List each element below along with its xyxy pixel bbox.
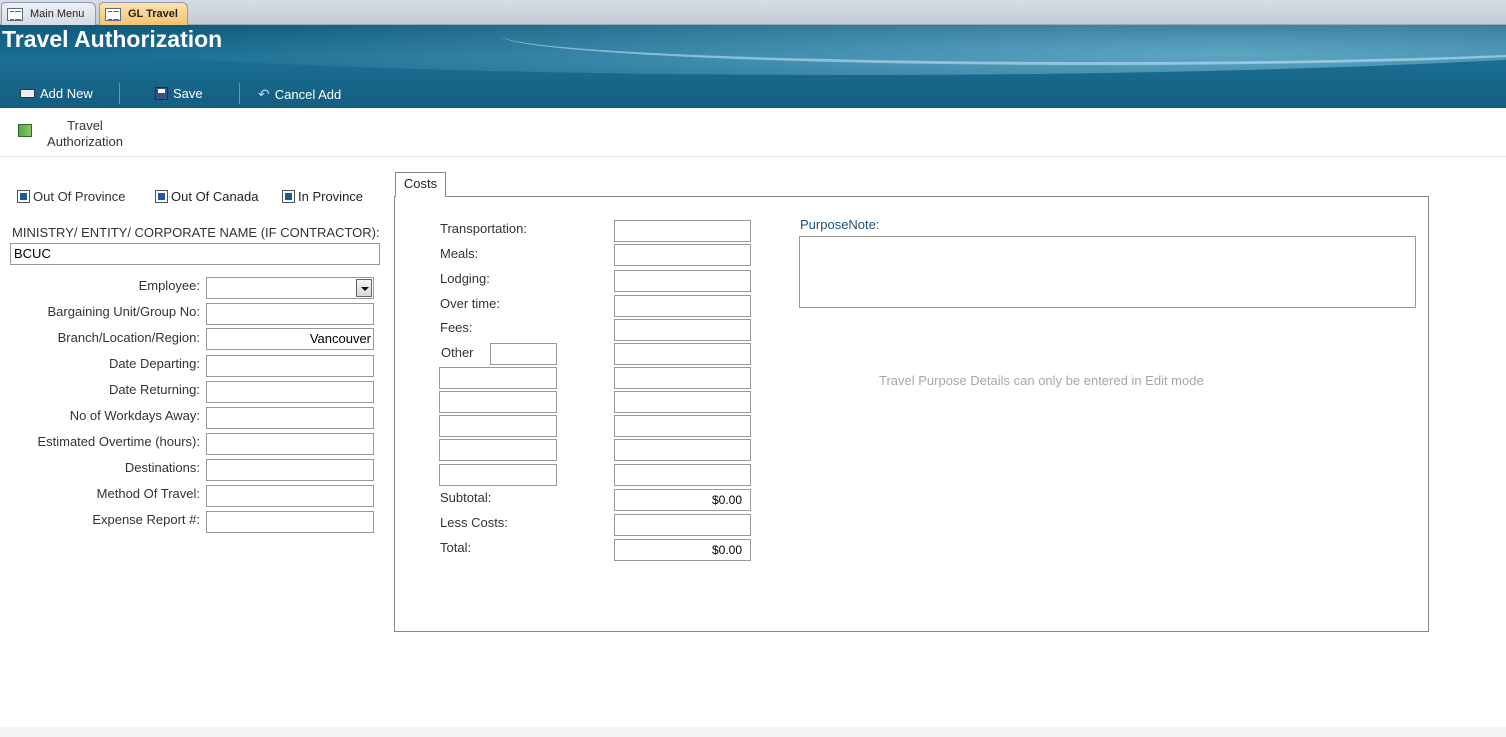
bargaining-unit-label: Bargaining Unit/Group No: — [47, 304, 200, 319]
checkbox-box[interactable] — [17, 190, 30, 203]
over-time-label: Over time: — [440, 296, 500, 311]
extra-cost-amount-field[interactable] — [614, 439, 751, 461]
purpose-note-label: PurposeNote: — [800, 217, 880, 232]
lodging-field[interactable] — [614, 270, 751, 292]
navigation-row: Travel Authorization — [0, 108, 1506, 157]
date-departing-field[interactable] — [206, 355, 374, 377]
tab-gl-travel-label: GL Travel — [128, 8, 178, 20]
branch-label: Branch/Location/Region: — [57, 330, 200, 345]
total-field[interactable]: $0.00 — [614, 539, 751, 561]
out-of-province-label: Out Of Province — [33, 189, 126, 204]
extra-cost-amount-field[interactable] — [614, 391, 751, 413]
tab-main-menu-label: Main Menu — [30, 8, 85, 20]
expense-report-label: Expense Report #: — [92, 512, 200, 527]
floppy-disk-icon — [155, 87, 168, 100]
out-of-province-checkbox[interactable]: Out Of Province — [17, 189, 125, 204]
checkbox-box[interactable] — [282, 190, 295, 203]
method-of-travel-field[interactable] — [206, 485, 374, 507]
fees-field[interactable] — [614, 319, 751, 341]
nav-travel-authorization[interactable]: Travel Authorization — [18, 118, 130, 150]
form-icon — [7, 7, 23, 21]
edit-mode-message: Travel Purpose Details can only be enter… — [879, 373, 1204, 388]
form-title: Travel Authorization — [2, 26, 223, 52]
extra-cost-amount-field[interactable] — [614, 464, 751, 486]
destinations-field[interactable] — [206, 459, 374, 481]
over-time-field[interactable] — [614, 295, 751, 317]
undo-icon: ↶ — [258, 86, 270, 102]
checkbox-box[interactable] — [155, 190, 168, 203]
other-description-field[interactable] — [490, 343, 557, 365]
extra-cost-description-field[interactable] — [439, 415, 557, 437]
ministry-field[interactable]: BCUC — [10, 243, 380, 265]
form-header: Travel Authorization Add New Save ↶ Canc… — [0, 25, 1506, 108]
save-label: Save — [173, 86, 203, 101]
out-of-canada-checkbox[interactable]: Out Of Canada — [155, 189, 258, 204]
extra-cost-amount-field[interactable] — [614, 415, 751, 437]
fees-label: Fees: — [440, 320, 473, 335]
meals-field[interactable] — [614, 244, 751, 266]
employee-label: Employee: — [138, 278, 200, 293]
document-tab-bar: Main Menu GL Travel — [0, 0, 1506, 25]
transportation-field[interactable] — [614, 220, 751, 242]
subtotal-field[interactable]: $0.00 — [614, 489, 751, 511]
date-returning-label: Date Returning: — [108, 382, 200, 397]
date-returning-field[interactable] — [206, 381, 374, 403]
extra-cost-description-field[interactable] — [439, 367, 557, 389]
tab-main-menu[interactable]: Main Menu — [1, 2, 96, 25]
less-costs-label: Less Costs: — [440, 515, 508, 530]
save-button[interactable]: Save — [155, 86, 203, 101]
out-of-canada-label: Out Of Canada — [171, 189, 259, 204]
expense-report-field[interactable] — [206, 511, 374, 533]
in-province-label: In Province — [298, 189, 364, 204]
cancel-add-button[interactable]: ↶ Cancel Add — [258, 86, 341, 103]
other-label: Other — [441, 345, 474, 360]
extra-cost-amount-field[interactable] — [614, 367, 751, 389]
estimated-overtime-field[interactable] — [206, 433, 374, 455]
toolbar-separator — [239, 83, 240, 104]
other-amount-field[interactable] — [614, 343, 751, 365]
extra-cost-description-field[interactable] — [439, 391, 557, 413]
tab-costs[interactable]: Costs — [395, 172, 446, 197]
workdays-away-field[interactable] — [206, 407, 374, 429]
nav-travel-authorization-label: Travel Authorization — [47, 118, 123, 149]
add-new-label: Add New — [40, 86, 93, 101]
add-new-button[interactable]: Add New — [20, 86, 93, 101]
workdays-away-label: No of Workdays Away: — [69, 408, 200, 423]
cancel-add-label: Cancel Add — [274, 87, 342, 102]
branch-field[interactable]: Vancouver — [206, 328, 374, 350]
estimated-overtime-label: Estimated Overtime (hours): — [37, 434, 200, 449]
transportation-label: Transportation: — [440, 221, 527, 236]
destinations-label: Destinations: — [124, 460, 200, 475]
form-icon — [105, 7, 121, 21]
lodging-label: Lodging: — [440, 271, 490, 286]
chevron-down-icon[interactable] — [356, 279, 372, 297]
total-label: Total: — [440, 540, 472, 555]
ministry-label: MINISTRY/ ENTITY/ CORPORATE NAME (IF CON… — [12, 225, 380, 240]
extra-cost-description-field[interactable] — [439, 439, 557, 461]
toolbar-separator — [119, 83, 120, 104]
less-costs-field[interactable] — [614, 514, 751, 536]
status-strip — [0, 727, 1506, 737]
subtotal-label: Subtotal: — [440, 490, 492, 505]
meals-label: Meals: — [440, 246, 479, 261]
add-record-icon — [20, 89, 35, 98]
bargaining-unit-field[interactable] — [206, 303, 374, 325]
extra-cost-description-field[interactable] — [439, 464, 557, 486]
employee-combobox[interactable] — [206, 277, 374, 299]
purpose-note-field[interactable] — [799, 236, 1416, 308]
in-province-checkbox[interactable]: In Province — [282, 189, 363, 204]
tab-gl-travel[interactable]: GL Travel — [99, 2, 188, 25]
books-icon — [18, 124, 32, 137]
date-departing-label: Date Departing: — [108, 356, 200, 371]
method-of-travel-label: Method Of Travel: — [96, 486, 200, 501]
